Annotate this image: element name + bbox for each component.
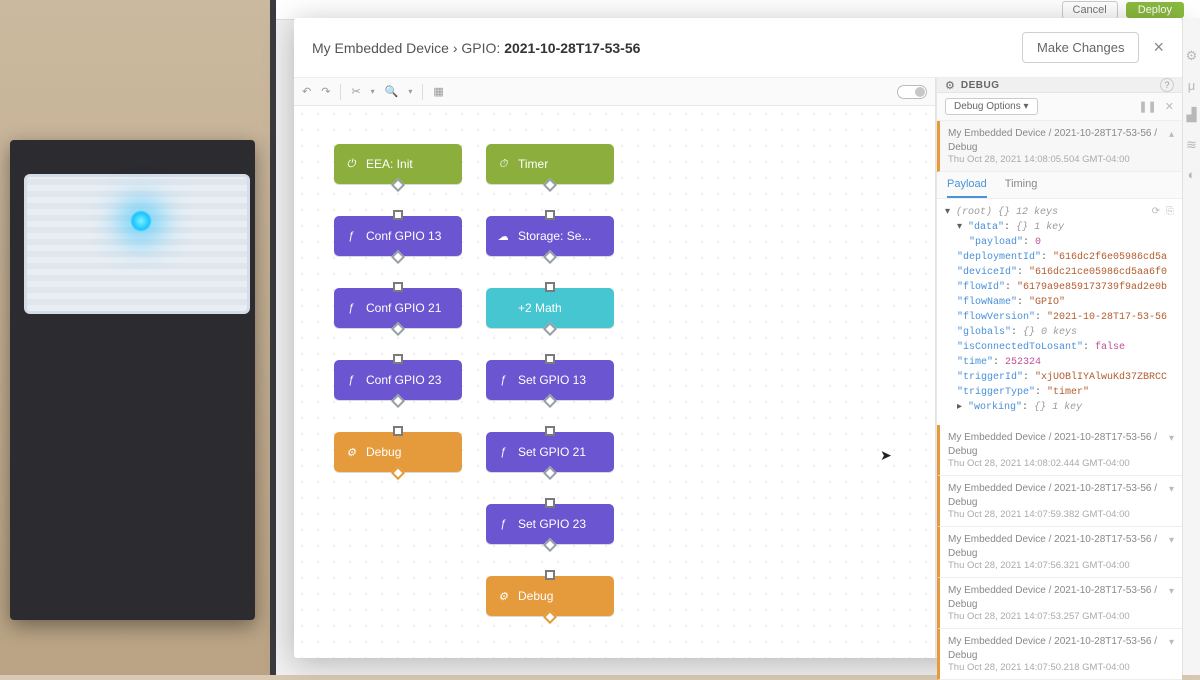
rail-chart-icon[interactable]: ▟ [1187,107,1197,123]
canvas-toolbar: ↶ ↷ ✂▾ 🔍▾ ▦ [294,78,935,106]
breadboard [24,174,250,314]
tab-payload[interactable]: Payload [947,178,987,198]
node-label: Conf GPIO 23 [366,373,441,387]
flow-node[interactable]: ƒ Set GPIO 21 [486,432,614,472]
node-label: +2 Math [518,301,562,315]
flow-node[interactable]: ⏻ EEA: Init [334,144,462,184]
redo-icon[interactable]: ↷ [321,85,330,98]
app-top-bar: Cancel Deploy [276,0,1200,20]
breadcrumb: My Embedded Device › GPIO: 2021-10-28T17… [312,40,640,56]
node-label: Conf GPIO 21 [366,301,441,315]
tab-timing[interactable]: Timing [1005,178,1038,198]
undo-icon[interactable]: ↶ [302,85,311,98]
flow-node[interactable]: ƒ Conf GPIO 13 [334,216,462,256]
flow-node[interactable]: ƒ Conf GPIO 23 [334,360,462,400]
node-label: Debug [518,589,553,603]
gear-icon[interactable]: ⚙ [945,79,955,92]
node-label: Set GPIO 13 [518,373,586,387]
node-icon [496,301,510,315]
debug-entry[interactable]: My Embedded Device / 2021-10-28T17-53-56… [937,121,1182,172]
modal-header: My Embedded Device › GPIO: 2021-10-28T17… [294,18,1182,78]
node-label: Set GPIO 23 [518,517,586,531]
chevron-icon: ▾ [1169,433,1174,444]
flow-node[interactable]: ƒ Conf GPIO 21 [334,288,462,328]
rail-settings-icon[interactable]: ⚙ [1186,48,1198,64]
debug-options-button[interactable]: Debug Options ▾ [945,98,1038,115]
lit-led [130,210,152,232]
breadcrumb-section: GPIO: [461,40,504,56]
node-label: Debug [366,445,401,459]
debug-entry[interactable]: My Embedded Device / 2021-10-28T17-53-56… [937,425,1182,476]
breadcrumb-version: 2021-10-28T17-53-56 [504,40,640,56]
node-icon: ☁ [496,229,510,243]
node-icon: ƒ [344,373,358,387]
chevron-icon: ▾ [1169,484,1174,495]
node-icon: ƒ [496,373,510,387]
chevron-icon: ▾ [1169,637,1174,648]
flow-node[interactable]: ☁ Storage: Se... [486,216,614,256]
debug-entries: My Embedded Device / 2021-10-28T17-53-56… [937,121,1182,680]
cancel-button[interactable]: Cancel [1062,1,1118,19]
pause-icon[interactable]: ❚❚ [1138,100,1156,113]
debug-tabs: Payload Timing [937,172,1182,199]
node-icon: ƒ [344,301,358,315]
chevron-icon: ▾ [1169,535,1174,546]
node-icon: ƒ [344,229,358,243]
close-icon[interactable]: × [1153,37,1164,58]
clear-icon[interactable]: ✕ [1165,100,1174,113]
node-icon: ƒ [496,517,510,531]
node-label: Storage: Se... [518,229,591,243]
rail-mu-icon[interactable]: μ [1188,78,1196,93]
flow-node[interactable]: ⏱ Timer [486,144,614,184]
flow-node[interactable]: ƒ Set GPIO 23 [486,504,614,544]
chevron-icon: ▾ [1169,586,1174,597]
make-changes-button[interactable]: Make Changes [1022,32,1139,63]
flow-node[interactable]: ⚙ Debug [486,576,614,616]
debug-entry[interactable]: My Embedded Device / 2021-10-28T17-53-56… [937,527,1182,578]
hardware-photo [0,0,270,675]
node-label: Set GPIO 21 [518,445,586,459]
zoom-icon[interactable]: 🔍 [385,85,399,98]
debug-entry[interactable]: My Embedded Device / 2021-10-28T17-53-56… [937,476,1182,527]
node-icon: ⏱ [496,157,510,171]
debug-entry[interactable]: My Embedded Device / 2021-10-28T17-53-56… [937,629,1182,680]
debug-panel: ⚙ DEBUG ? Debug Options ▾ ❚❚ ✕ My Embedd… [936,78,1182,658]
payload-tree[interactable]: ▾ (root) {} 12 keys⟳ ⎘▾ "data": {} 1 key… [937,199,1182,425]
debug-entry[interactable]: My Embedded Device / 2021-10-28T17-53-56… [937,578,1182,629]
live-toggle[interactable] [897,85,927,99]
flow-canvas[interactable]: ⏻ EEA: Init ƒ Conf GPIO 13 ƒ Conf GPIO 21 ƒ Con… [294,106,935,658]
breadcrumb-device: My Embedded Device [312,40,449,56]
node-icon: ⚙ [344,445,358,459]
flow-node[interactable]: ƒ Set GPIO 13 [486,360,614,400]
help-icon[interactable]: ? [1160,78,1174,92]
node-label: EEA: Init [366,157,413,171]
chevron-icon: ▴ [1169,129,1174,140]
grid-icon[interactable]: ▦ [433,85,443,98]
node-icon: ⏻ [344,157,358,171]
workflow-modal: My Embedded Device › GPIO: 2021-10-28T17… [294,18,1182,658]
deploy-button[interactable]: Deploy [1126,2,1184,18]
flow-node[interactable]: +2 Math [486,288,614,328]
rail-db-icon[interactable]: ≋ [1186,137,1197,153]
flow-node[interactable]: ⚙ Debug [334,432,462,472]
cut-icon[interactable]: ✂ [351,85,360,98]
node-icon: ⚙ [496,589,510,603]
debug-title: DEBUG [961,80,1000,91]
mouse-cursor: ➤ [880,447,892,464]
node-label: Conf GPIO 13 [366,229,441,243]
node-label: Timer [518,157,548,171]
node-icon: ƒ [496,445,510,459]
right-rail: ⚙ μ ▟ ≋ ◐ [1182,18,1200,675]
rail-globe-icon[interactable]: ◐ [1188,167,1196,182]
